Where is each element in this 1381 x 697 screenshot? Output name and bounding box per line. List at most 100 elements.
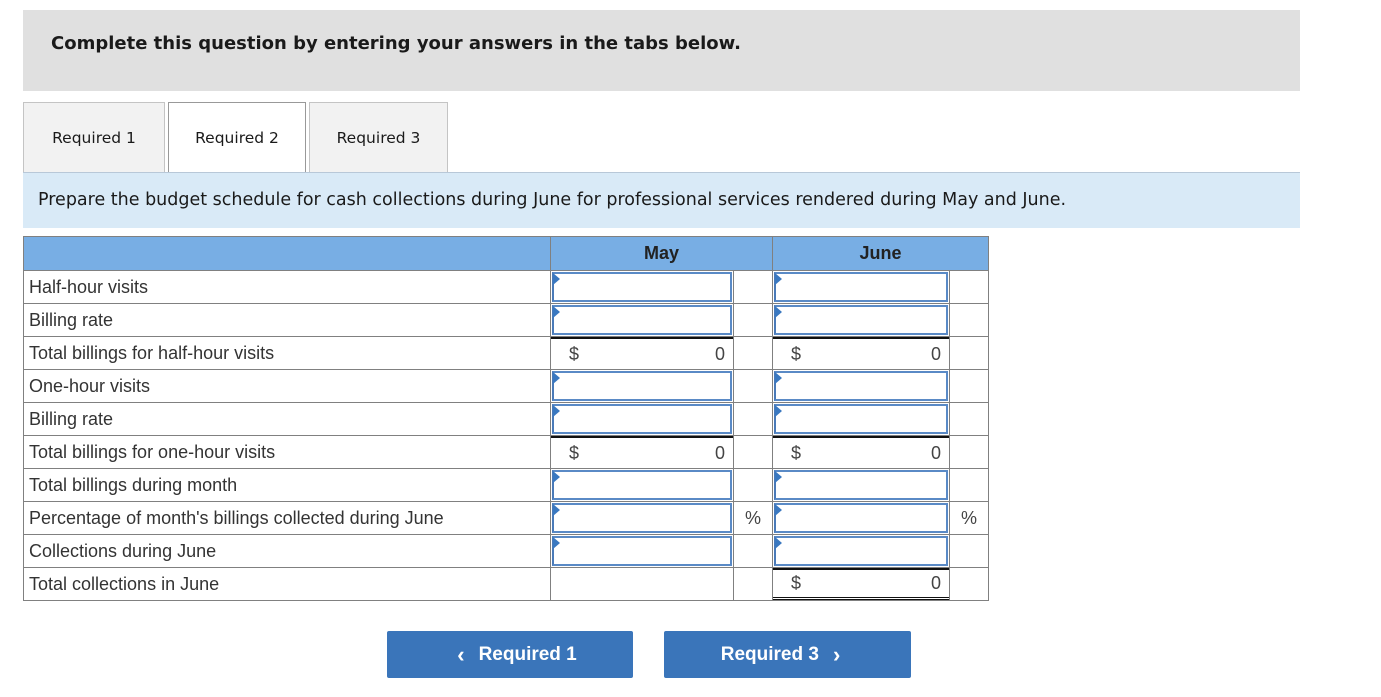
banner-text: Complete this question by entering your … — [51, 33, 741, 54]
may-unit — [733, 270, 773, 304]
row-label: Collections during June — [23, 534, 551, 568]
may-input-field[interactable] — [554, 373, 730, 399]
june-unit — [949, 567, 989, 601]
june-cell[interactable] — [772, 303, 950, 337]
may-cell[interactable] — [550, 270, 734, 304]
june-cell[interactable] — [772, 270, 950, 304]
header-blank — [23, 236, 551, 271]
june-unit: % — [949, 501, 989, 535]
june-cell[interactable] — [772, 534, 950, 568]
june-input-field[interactable] — [776, 406, 946, 432]
cash-collections-schedule: May June Half-hour visits Billing rate Tot… — [23, 236, 989, 601]
june-input-wrapper[interactable] — [774, 503, 948, 533]
june-calculated-value: $0 — [773, 436, 949, 468]
calculated-amount: 0 — [930, 573, 941, 593]
chevron-right-icon: › — [832, 641, 841, 667]
table-row: Total billings for one-hour visits $0 $0 — [23, 435, 989, 469]
row-label: Total billings during month — [23, 468, 551, 502]
next-required-3-button[interactable]: Required 3 › — [664, 631, 911, 678]
may-unit — [733, 336, 773, 370]
next-button-label: Required 3 — [720, 643, 819, 665]
table-row: Total collections in June $0 — [23, 567, 989, 601]
june-unit — [949, 402, 989, 436]
june-input-wrapper[interactable] — [774, 272, 948, 302]
row-label: Total collections in June — [23, 567, 551, 601]
tab-required-1[interactable]: Required 1 — [23, 102, 165, 172]
june-input-wrapper[interactable] — [774, 470, 948, 500]
calculated-amount: 0 — [930, 343, 941, 364]
tab-required-2[interactable]: Required 2 — [168, 102, 306, 173]
may-cell: $0 — [550, 336, 734, 370]
may-input-field[interactable] — [554, 307, 730, 333]
june-input-wrapper[interactable] — [774, 536, 948, 566]
may-cell[interactable] — [550, 303, 734, 337]
may-cell: $0 — [550, 435, 734, 469]
may-cell[interactable] — [550, 468, 734, 502]
june-input-field[interactable] — [776, 472, 946, 498]
may-cell[interactable] — [550, 501, 734, 535]
table-row: Billing rate — [23, 303, 989, 337]
june-unit — [949, 336, 989, 370]
may-input-wrapper[interactable] — [552, 371, 732, 401]
may-input-field[interactable] — [554, 406, 730, 432]
row-label: One-hour visits — [23, 369, 551, 403]
row-label: Billing rate — [23, 402, 551, 436]
june-input-field[interactable] — [776, 307, 946, 333]
prev-required-1-button[interactable]: ‹ Required 1 — [387, 631, 633, 678]
instructions-banner: Complete this question by entering your … — [23, 10, 1300, 91]
instruction-text: Prepare the budget schedule for cash col… — [38, 190, 1067, 210]
may-input-field[interactable] — [554, 274, 730, 300]
may-calculated-value: $0 — [551, 436, 733, 468]
june-unit — [949, 369, 989, 403]
may-unit — [733, 369, 773, 403]
calculated-amount: 0 — [714, 343, 725, 364]
may-cell — [550, 567, 734, 601]
table-row: Billing rate — [23, 402, 989, 436]
currency-symbol: $ — [791, 343, 802, 364]
june-input-field[interactable] — [776, 538, 946, 564]
tab-required-3[interactable]: Required 3 — [309, 102, 448, 172]
may-unit: % — [733, 501, 773, 535]
currency-symbol: $ — [569, 442, 580, 463]
table-row: Total billings during month — [23, 468, 989, 502]
may-input-wrapper[interactable] — [552, 470, 732, 500]
may-input-wrapper[interactable] — [552, 536, 732, 566]
june-cell[interactable] — [772, 468, 950, 502]
may-input-field[interactable] — [554, 505, 730, 531]
currency-symbol: $ — [569, 343, 580, 364]
june-input-wrapper[interactable] — [774, 371, 948, 401]
row-label: Percentage of month's billings collected… — [23, 501, 551, 535]
june-input-wrapper[interactable] — [774, 305, 948, 335]
june-cell[interactable] — [772, 501, 950, 535]
column-header-june: June — [772, 236, 989, 271]
table-row: One-hour visits — [23, 369, 989, 403]
may-cell[interactable] — [550, 534, 734, 568]
calculated-amount: 0 — [714, 442, 725, 463]
currency-symbol: $ — [791, 573, 802, 593]
may-input-wrapper[interactable] — [552, 272, 732, 302]
may-input-wrapper[interactable] — [552, 404, 732, 434]
may-input-wrapper[interactable] — [552, 503, 732, 533]
calculated-amount: 0 — [930, 442, 941, 463]
june-cell[interactable] — [772, 369, 950, 403]
row-label: Half-hour visits — [23, 270, 551, 304]
may-cell[interactable] — [550, 369, 734, 403]
june-cell[interactable] — [772, 402, 950, 436]
june-unit — [949, 270, 989, 304]
currency-symbol: $ — [791, 442, 802, 463]
june-input-field[interactable] — [776, 373, 946, 399]
may-input-field[interactable] — [554, 538, 730, 564]
june-input-field[interactable] — [776, 505, 946, 531]
may-cell[interactable] — [550, 402, 734, 436]
june-input-field[interactable] — [776, 274, 946, 300]
may-calculated-value: $0 — [551, 337, 733, 369]
may-unit — [733, 435, 773, 469]
row-label: Total billings for one-hour visits — [23, 435, 551, 469]
header-row: May June — [23, 236, 989, 271]
june-cell: $0 — [772, 336, 950, 370]
may-input-field[interactable] — [554, 472, 730, 498]
table-row: Half-hour visits — [23, 270, 989, 304]
may-input-wrapper[interactable] — [552, 305, 732, 335]
june-input-wrapper[interactable] — [774, 404, 948, 434]
june-calculated-value: $0 — [773, 568, 949, 600]
